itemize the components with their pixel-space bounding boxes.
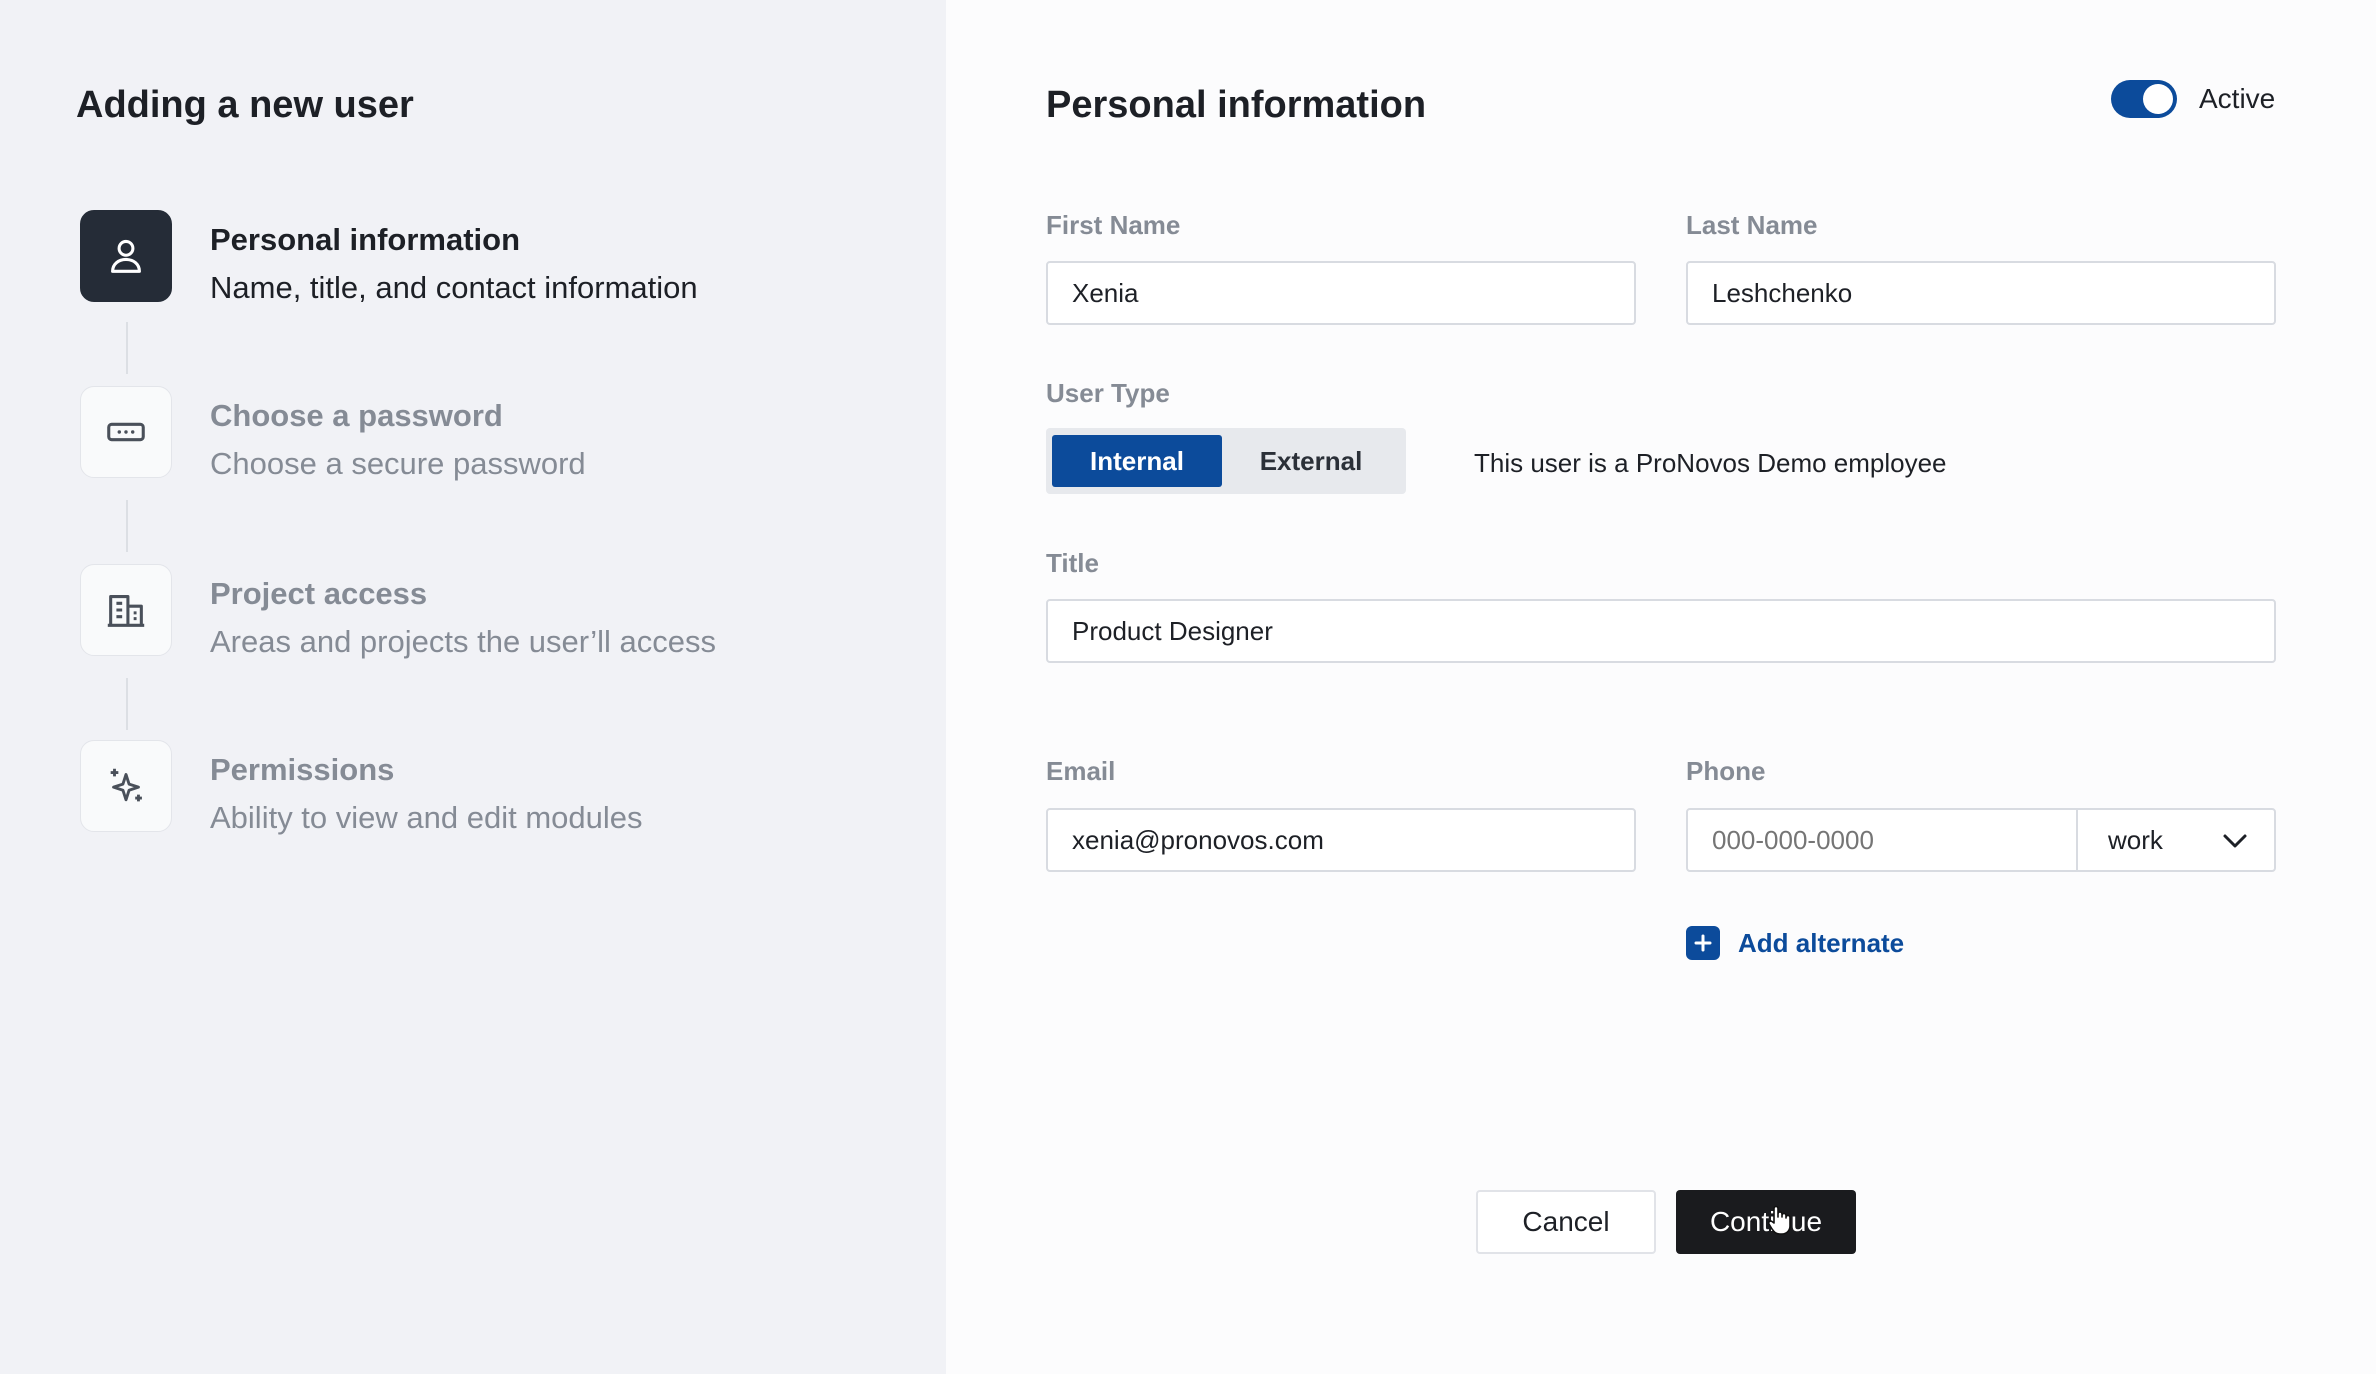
email-input[interactable] (1046, 808, 1636, 872)
add-alternate-button[interactable]: Add alternate (1686, 926, 1904, 960)
plus-icon (1686, 926, 1720, 960)
active-toggle[interactable] (2111, 80, 2177, 118)
step-subtitle: Ability to view and edit modules (210, 800, 643, 835)
step-connector (126, 500, 128, 552)
phone-type-value: work (2108, 824, 2163, 855)
step-connector (126, 678, 128, 730)
title-label: Title (1046, 548, 1099, 578)
user-type-internal-button[interactable]: Internal (1052, 435, 1222, 487)
step-subtitle: Name, title, and contact information (210, 270, 698, 305)
last-name-label: Last Name (1686, 210, 1818, 240)
form-title: Personal information (1046, 84, 1427, 126)
user-type-note: This user is a ProNovos Demo employee (1474, 448, 1947, 478)
active-toggle-group: Active (2111, 80, 2275, 118)
step-title: Personal information (210, 222, 521, 257)
step-title: Project access (210, 576, 428, 611)
panel-title: Adding a new user (76, 84, 414, 126)
email-label: Email (1046, 756, 1116, 786)
phone-label: Phone (1686, 756, 1766, 786)
last-name-input[interactable] (1686, 261, 2276, 325)
phone-type-select[interactable]: work (2076, 808, 2276, 872)
continue-button[interactable]: Continue (1676, 1190, 1856, 1254)
step-choose-password[interactable]: Choose a password Choose a secure passwo… (80, 386, 920, 482)
toggle-knob (2143, 84, 2173, 114)
password-icon (80, 386, 172, 478)
step-title: Permissions (210, 752, 395, 787)
user-type-label: User Type (1046, 378, 1170, 408)
first-name-input[interactable] (1046, 261, 1636, 325)
user-type-external-button[interactable]: External (1222, 435, 1400, 487)
user-icon (80, 210, 172, 302)
step-project-access[interactable]: Project access Areas and projects the us… (80, 564, 920, 660)
step-connector (126, 322, 128, 374)
title-input[interactable] (1046, 599, 2276, 663)
user-type-segmented-control: Internal External (1046, 428, 1406, 494)
form-panel: Personal information Active First Name L… (946, 0, 2376, 1374)
hand-cursor-icon (1768, 1205, 1791, 1235)
step-personal-information[interactable]: Personal information Name, title, and co… (80, 210, 920, 306)
building-icon (80, 564, 172, 656)
step-subtitle: Choose a secure password (210, 446, 586, 481)
steps-panel: Adding a new user Personal information N… (0, 0, 946, 1374)
sparkle-icon (80, 740, 172, 832)
chevron-down-icon (2223, 834, 2247, 848)
cancel-button[interactable]: Cancel (1476, 1190, 1656, 1254)
phone-input[interactable] (1686, 808, 2078, 872)
step-title: Choose a password (210, 398, 503, 433)
first-name-label: First Name (1046, 210, 1181, 240)
step-permissions[interactable]: Permissions Ability to view and edit mod… (80, 740, 920, 836)
step-subtitle: Areas and projects the user’ll access (210, 624, 717, 659)
active-toggle-label: Active (2199, 83, 2276, 114)
add-alternate-label: Add alternate (1738, 927, 1905, 958)
